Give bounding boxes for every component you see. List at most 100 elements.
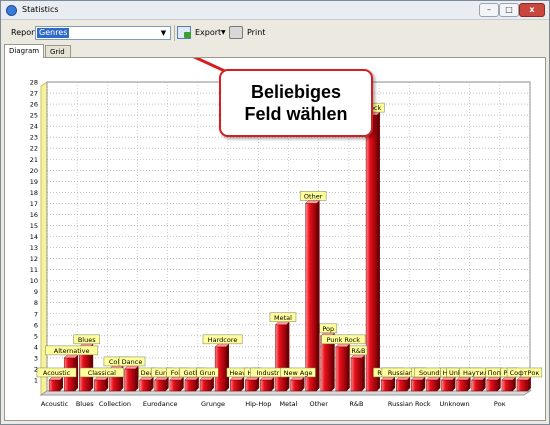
y-tick-label: 21 xyxy=(30,156,38,164)
y-tick-label: 22 xyxy=(30,145,38,153)
bar-value-label: Other xyxy=(304,192,323,200)
bar xyxy=(260,379,272,392)
bar xyxy=(350,357,363,392)
bar xyxy=(154,379,166,392)
bar xyxy=(456,379,468,392)
bar xyxy=(486,379,498,392)
export-icon xyxy=(177,26,191,39)
x-tick-label: Russian Rock xyxy=(388,400,431,408)
callout-bubble: Beliebiges Feld wählen xyxy=(219,69,373,137)
bar-value-label: Blues xyxy=(78,336,96,344)
minimize-button[interactable]: – xyxy=(479,3,499,17)
x-tick-label: Unknown xyxy=(439,400,469,408)
y-tick-label: 11 xyxy=(30,266,38,274)
x-tick-label: Collection xyxy=(99,400,131,408)
y-tick-label: 15 xyxy=(30,222,38,230)
bar xyxy=(411,379,423,392)
export-label: Export xyxy=(195,28,222,37)
bar xyxy=(501,379,514,392)
y-tick-label: 6 xyxy=(34,321,38,329)
bar xyxy=(124,368,136,392)
bar xyxy=(365,114,378,392)
close-button[interactable]: x xyxy=(519,3,545,17)
bar xyxy=(305,203,317,392)
y-tick-label: 9 xyxy=(34,288,38,296)
y-tick-label: 25 xyxy=(30,112,38,120)
y-tick-label: 8 xyxy=(34,299,38,307)
callout-line2: Feld wählen xyxy=(244,104,348,124)
bar xyxy=(441,379,453,392)
print-button[interactable]: Print xyxy=(229,24,269,42)
x-tick-label: Metal xyxy=(280,400,298,408)
y-tick-label: 3 xyxy=(34,354,38,362)
bar xyxy=(290,379,302,392)
bar-value-label: Heav xyxy=(229,369,246,377)
bar-value-label: Acoustic xyxy=(43,369,71,377)
y-tick-label: 26 xyxy=(30,101,38,109)
bar xyxy=(426,379,438,392)
y-tick-label: 18 xyxy=(30,189,38,197)
bar-value-label: Metal xyxy=(274,314,292,322)
bar-value-label: Dance xyxy=(122,358,143,366)
bar xyxy=(380,379,393,392)
y-tick-label: 7 xyxy=(34,310,38,318)
callout-arrow xyxy=(178,48,228,74)
report-select-value: Genres xyxy=(37,28,70,38)
bar xyxy=(516,379,529,392)
bar-value-label: R&B xyxy=(351,347,365,355)
bar-side xyxy=(376,112,380,391)
x-tick-label: Blues xyxy=(76,400,94,408)
chevron-down-icon[interactable]: ▼ xyxy=(158,28,169,38)
y-tick-label: 17 xyxy=(30,200,38,208)
bar xyxy=(396,379,408,392)
report-select[interactable]: Genres ▼ xyxy=(35,26,171,40)
y-tick-label: 10 xyxy=(30,277,38,285)
printer-icon xyxy=(229,26,243,39)
bar-value-label: Industr xyxy=(256,369,279,377)
bar xyxy=(245,379,257,392)
report-label: Report xyxy=(11,28,38,37)
bar xyxy=(229,379,242,392)
bar-side xyxy=(286,321,290,391)
bar xyxy=(169,379,181,392)
print-label: Print xyxy=(247,28,266,37)
app-icon xyxy=(6,5,17,16)
bar-value-label: Alternative xyxy=(54,347,90,355)
y-tick-label: 4 xyxy=(34,343,38,351)
y-tick-label: 14 xyxy=(30,233,38,241)
y-tick-label: 13 xyxy=(30,244,38,252)
bar xyxy=(94,379,106,392)
bar xyxy=(275,324,287,392)
x-tick-label: Acoustic xyxy=(41,400,69,408)
x-tick-label: R&B xyxy=(349,400,363,408)
x-tick-label: Grunge xyxy=(201,400,225,408)
export-button[interactable]: Export ▼ xyxy=(177,24,227,42)
x-tick-label: Рок xyxy=(494,400,506,408)
y-tick-label: 16 xyxy=(30,211,38,219)
y-tick-label: 20 xyxy=(30,167,38,175)
toolbar-separator xyxy=(174,25,175,41)
bar-side xyxy=(226,343,230,391)
dropdown-arrow-icon[interactable]: ▼ xyxy=(221,24,226,42)
bar-value-label: Punk Rock xyxy=(327,336,361,344)
y-tick-label: 5 xyxy=(34,332,38,340)
y-tick-label: 24 xyxy=(30,123,38,131)
y-tick-label: 27 xyxy=(30,90,38,98)
bar-value-label: Поп xyxy=(488,369,501,377)
maximize-button[interactable]: □ xyxy=(499,3,519,17)
tab-diagram[interactable]: Diagram xyxy=(4,44,44,58)
x-tick-label: Hip-Hop xyxy=(245,400,271,408)
y-tick-label: 23 xyxy=(30,134,38,142)
y-tick-label: 19 xyxy=(30,178,38,186)
bar-side xyxy=(361,354,365,391)
bar-value-label: Hardcore xyxy=(208,336,238,344)
bar xyxy=(139,379,151,392)
chart-floor xyxy=(39,390,532,396)
bar-side xyxy=(135,365,139,391)
bar-side xyxy=(316,200,320,391)
x-tick-label: Other xyxy=(309,400,328,408)
bar-value-label: New Age xyxy=(284,369,313,377)
window-title: Statistics xyxy=(22,5,59,14)
y-tick-label: 28 xyxy=(30,79,38,87)
bar-value-label: Pop xyxy=(322,325,334,333)
